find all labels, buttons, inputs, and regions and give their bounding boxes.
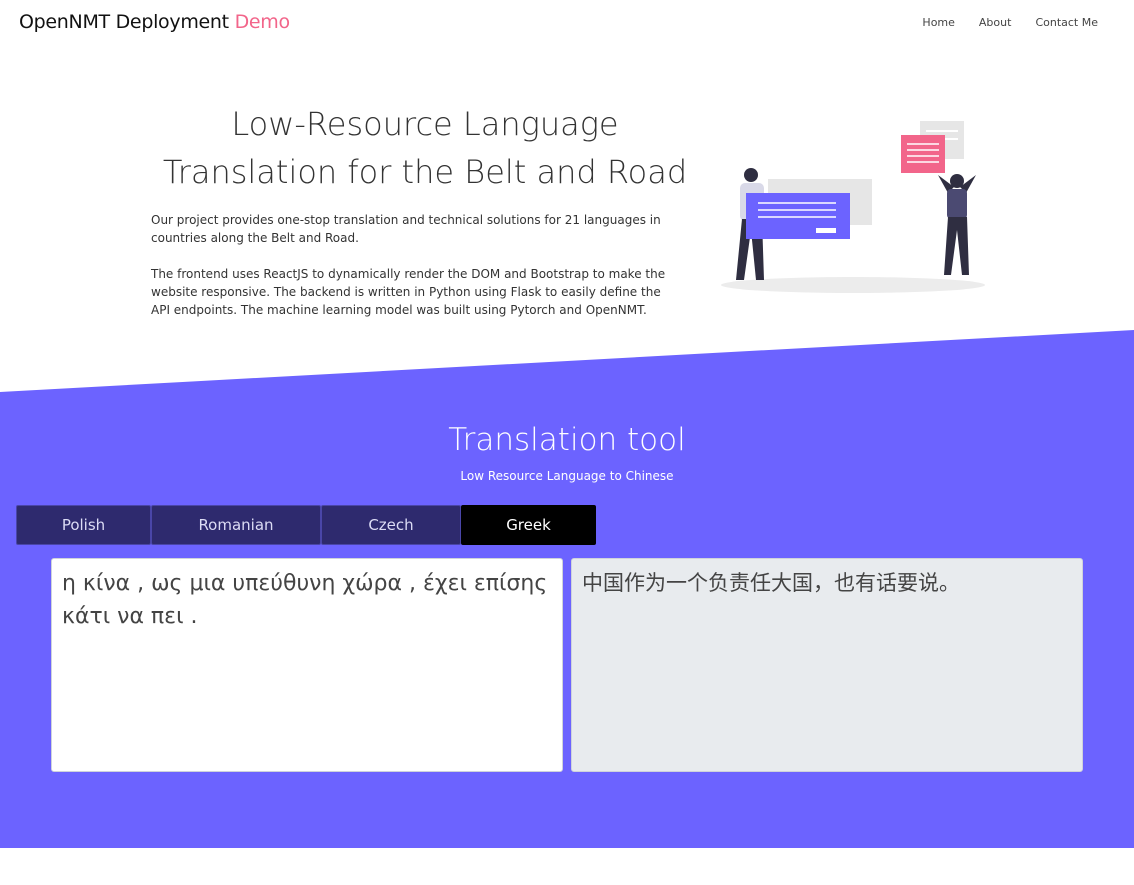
tab-greek[interactable]: Greek — [461, 505, 596, 545]
hero-title-line2: Translation for the Belt and Road — [162, 153, 688, 191]
nav-link-home[interactable]: Home — [922, 16, 954, 29]
navbar: OpenNMT Deployment Demo Home About Conta… — [0, 0, 1134, 50]
nav-link-contact[interactable]: Contact Me — [1035, 16, 1098, 29]
brand-logo[interactable]: OpenNMT Deployment Demo — [19, 11, 290, 33]
hero-title: Low-Resource Language Translation for th… — [150, 100, 700, 196]
hero-title-line1: Low-Resource Language — [231, 105, 619, 143]
tab-polish[interactable]: Polish — [16, 505, 151, 545]
nav-link-about[interactable]: About — [979, 16, 1012, 29]
hero-illustration — [721, 121, 985, 293]
brand-name: OpenNMT Deployment — [19, 11, 229, 33]
tab-romanian[interactable]: Romanian — [151, 505, 321, 545]
illustration-pink-doc — [901, 135, 945, 173]
illustration-person-left-head — [744, 168, 758, 182]
tab-czech[interactable]: Czech — [321, 505, 461, 545]
translation-tool-title: Translation tool — [448, 422, 686, 458]
hero-paragraph-2: The frontend uses ReactJS to dynamically… — [151, 267, 666, 317]
translation-output: 中国作为一个负责任大国，也有话要说。 — [571, 558, 1083, 772]
hero-paragraph-1: Our project provides one-stop translatio… — [151, 213, 661, 245]
source-text-input[interactable]: η κίνα , ως μια υπεύθυνη χώρα , έχει επί… — [51, 558, 563, 772]
language-tabs: Polish Romanian Czech Greek — [16, 505, 596, 545]
page: OpenNMT Deployment Demo Home About Conta… — [0, 0, 1134, 885]
nav-links: Home About Contact Me — [922, 16, 1098, 29]
brand-accent: Demo — [234, 11, 291, 33]
translation-tool-subtitle: Low Resource Language to Chinese — [460, 469, 674, 483]
